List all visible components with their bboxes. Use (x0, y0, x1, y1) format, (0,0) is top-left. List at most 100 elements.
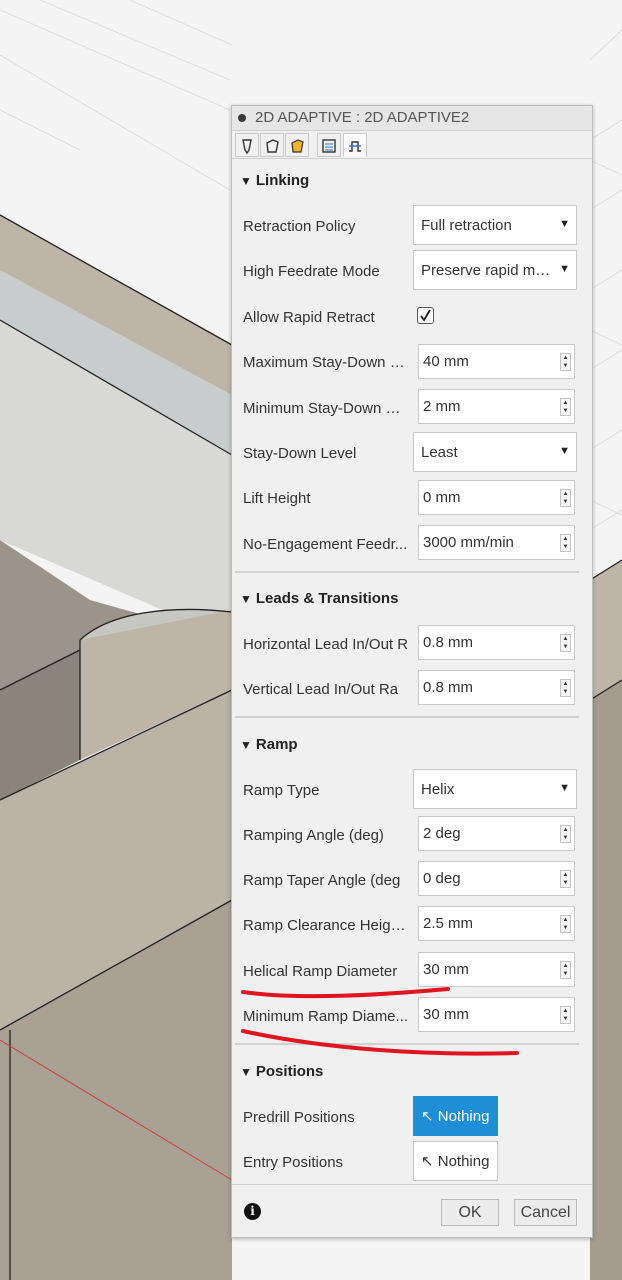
high-feedrate-mode-label: High Feedrate Mode (243, 263, 380, 280)
spinner-arrows-icon[interactable]: ▲ ▼ (560, 634, 571, 652)
adaptive-dialog: 2D ADAPTIVE : 2D ADAPTIVE2 ▼ Linking Retr… (231, 105, 593, 1238)
horizontal-lead-label: Horizontal Lead In/Out R (243, 636, 409, 653)
cancel-button[interactable]: Cancel (514, 1199, 577, 1226)
spinner-arrows-icon[interactable]: ▲ ▼ (560, 489, 571, 507)
stay-down-level-label: Stay-Down Level (243, 445, 357, 462)
section-divider (235, 716, 579, 718)
collapse-triangle-icon: ▼ (240, 592, 252, 606)
allow-rapid-retract-label: Allow Rapid Retract (243, 309, 375, 326)
passes-icon (322, 139, 336, 153)
minimum-ramp-diameter-label: Minimum Ramp Diame... (243, 1008, 409, 1025)
section-divider (235, 1043, 579, 1045)
helical-ramp-diameter-label: Helical Ramp Diameter (243, 963, 398, 980)
spinner-arrows-icon[interactable]: ▲ ▼ (560, 961, 571, 979)
cursor-arrow-icon: ↖ (421, 1108, 434, 1125)
collapse-triangle-icon: ▼ (240, 738, 252, 752)
max-stay-down-label: Maximum Stay-Down D... (243, 354, 411, 371)
tab-bar (232, 131, 592, 159)
section-leads-transitions[interactable]: ▼ Leads & Transitions (240, 590, 398, 607)
select-value: Least (421, 444, 458, 461)
ramping-angle-input[interactable]: 2 deg ▲ ▼ (418, 816, 575, 851)
minimum-ramp-diameter-input[interactable]: 30 mm ▲ ▼ (418, 997, 575, 1032)
tab-linking[interactable] (343, 133, 367, 157)
input-value: 0 mm (423, 489, 461, 506)
section-divider (235, 571, 579, 573)
spinner-arrows-icon[interactable]: ▲ ▼ (560, 534, 571, 552)
select-value: Full retraction (421, 217, 512, 234)
select-value: Preserve rapid movement (421, 262, 553, 279)
ramp-taper-angle-label: Ramp Taper Angle (deg (243, 872, 401, 889)
max-stay-down-input[interactable]: 40 mm ▲ ▼ (418, 344, 575, 379)
spinner-arrows-icon[interactable]: ▲ ▼ (560, 679, 571, 697)
linking-icon (349, 141, 361, 152)
collapse-dot-icon[interactable] (238, 114, 246, 122)
vertical-lead-input[interactable]: 0.8 mm ▲ ▼ (418, 670, 575, 705)
cursor-arrow-icon: ↖ (421, 1153, 434, 1170)
retraction-policy-label: Retraction Policy (243, 218, 356, 235)
tab-geometry[interactable] (260, 133, 284, 157)
predrill-positions-selector[interactable]: ↖ Nothing (413, 1096, 498, 1136)
input-value: 2.5 mm (423, 915, 474, 932)
section-title: Positions (255, 1063, 324, 1080)
chevron-down-icon: ▼ (559, 782, 570, 794)
retraction-policy-select[interactable]: Full retraction ▼ (413, 205, 577, 245)
ramp-taper-angle-input[interactable]: 0 deg ▲ ▼ (418, 861, 575, 896)
tab-heights[interactable] (285, 133, 309, 157)
tab-passes[interactable] (317, 133, 341, 157)
ramp-type-select[interactable]: Helix ▼ (413, 769, 577, 809)
entry-positions-label: Entry Positions (243, 1154, 344, 1171)
ramping-angle-label: Ramping Angle (deg) (243, 827, 384, 844)
section-title: Ramp (255, 736, 298, 753)
ok-button[interactable]: OK (441, 1199, 499, 1226)
entry-positions-selector[interactable]: ↖ Nothing (413, 1141, 498, 1181)
input-value: 2 deg (423, 825, 461, 842)
selector-text: Nothing (437, 1153, 490, 1170)
spinner-arrows-icon[interactable]: ▲ ▼ (560, 870, 571, 888)
no-engagement-feedrate-input[interactable]: 3000 mm/min ▲ ▼ (418, 525, 575, 560)
spinner-arrows-icon[interactable]: ▲ ▼ (560, 825, 571, 843)
vertical-lead-label: Vertical Lead In/Out Ra (243, 681, 399, 698)
stay-down-level-select[interactable]: Least ▼ (413, 432, 577, 472)
dialog-titlebar[interactable]: 2D ADAPTIVE : 2D ADAPTIVE2 (232, 106, 592, 131)
allow-rapid-retract-checkbox[interactable] (417, 307, 434, 324)
tool-icon (242, 139, 252, 155)
high-feedrate-mode-select[interactable]: Preserve rapid movement ▼ (413, 250, 577, 290)
tab-tool[interactable] (235, 133, 259, 157)
lift-height-label: Lift Height (243, 490, 311, 507)
collapse-triangle-icon: ▼ (240, 174, 252, 188)
selector-value: ↖ Nothing (421, 1152, 489, 1170)
dialog-title: 2D ADAPTIVE : 2D ADAPTIVE2 (255, 109, 470, 126)
min-stay-down-input[interactable]: 2 mm ▲ ▼ (418, 389, 575, 424)
section-ramp[interactable]: ▼ Ramp (240, 736, 298, 753)
input-value: 2 mm (423, 398, 461, 415)
helical-ramp-diameter-input[interactable]: 30 mm ▲ ▼ (418, 952, 575, 987)
info-icon[interactable]: i (244, 1203, 261, 1220)
section-title: Linking (255, 172, 310, 189)
section-title: Leads & Transitions (255, 590, 399, 607)
footer-divider (232, 1184, 592, 1185)
chevron-down-icon: ▼ (559, 263, 570, 275)
section-positions[interactable]: ▼ Positions (240, 1063, 323, 1080)
predrill-positions-label: Predrill Positions (243, 1109, 355, 1126)
input-value: 40 mm (423, 353, 469, 370)
select-value: Helix (421, 781, 455, 798)
checkmark-icon (420, 309, 431, 322)
geometry-icon (266, 139, 279, 153)
horizontal-lead-input[interactable]: 0.8 mm ▲ ▼ (418, 625, 575, 660)
spinner-arrows-icon[interactable]: ▲ ▼ (560, 353, 571, 371)
no-engagement-feedrate-label: No-Engagement Feedr... (243, 536, 408, 553)
spinner-arrows-icon[interactable]: ▲ ▼ (560, 915, 571, 933)
spinner-arrows-icon[interactable]: ▲ ▼ (560, 1006, 571, 1024)
ramp-clearance-height-input[interactable]: 2.5 mm ▲ ▼ (418, 906, 575, 941)
input-value: 0.8 mm (423, 679, 474, 696)
min-stay-down-label: Minimum Stay-Down Cl... (243, 400, 411, 417)
spinner-arrows-icon[interactable]: ▲ ▼ (560, 398, 571, 416)
ramp-clearance-height-label: Ramp Clearance Heigh... (243, 917, 411, 934)
section-linking[interactable]: ▼ Linking (240, 172, 309, 189)
heights-icon (291, 139, 304, 153)
ramp-type-label: Ramp Type (243, 782, 320, 799)
input-value: 0 deg (423, 870, 461, 887)
input-value: 0.8 mm (423, 634, 474, 651)
lift-height-input[interactable]: 0 mm ▲ ▼ (418, 480, 575, 515)
selector-text: Nothing (437, 1108, 490, 1125)
